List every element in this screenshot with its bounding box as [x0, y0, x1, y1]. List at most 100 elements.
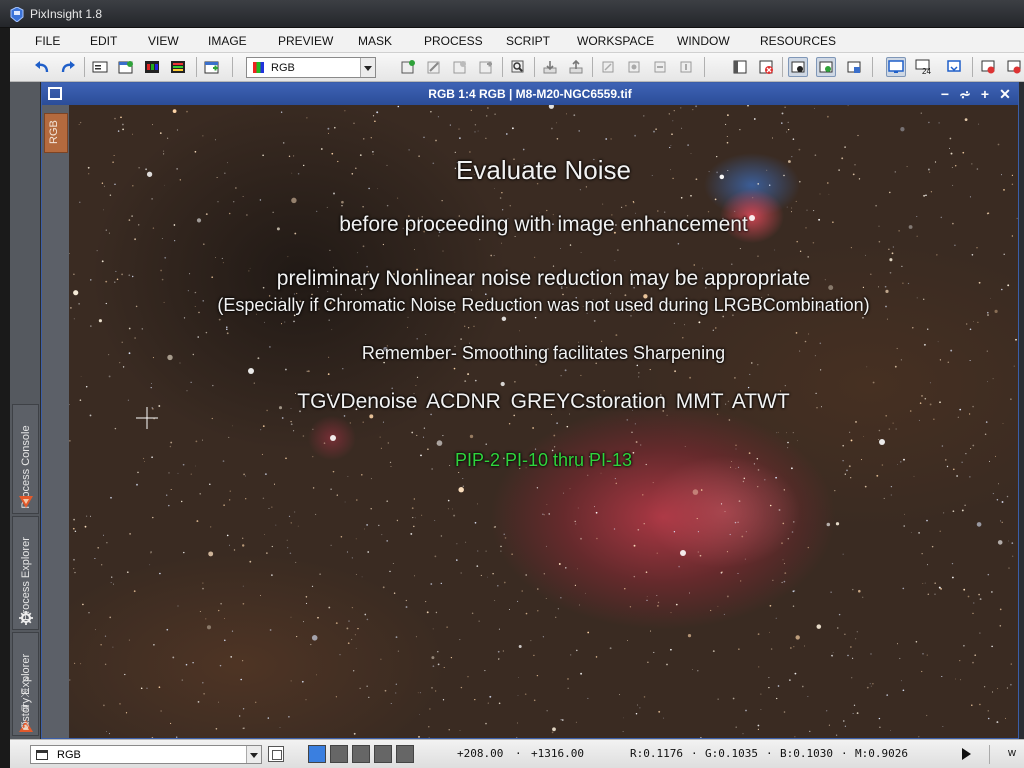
- redo-icon[interactable]: [58, 57, 78, 77]
- view-selector-value: RGB: [271, 62, 295, 74]
- mask-value-readout: M:0.9026: [855, 747, 908, 760]
- dock-icon[interactable]: ⧉: [18, 702, 32, 716]
- menu-image[interactable]: IMAGE: [208, 34, 247, 48]
- overlay-note-text: (Especially if Chromatic Noise Reduction…: [217, 295, 870, 315]
- display-mode-icon-2[interactable]: [816, 57, 836, 77]
- menu-view[interactable]: VIEW: [148, 34, 179, 48]
- readout-separator: ·: [766, 747, 773, 760]
- close-image-icon[interactable]: [756, 57, 776, 77]
- display-channel-red-button[interactable]: [330, 745, 348, 763]
- maximize-button[interactable]: +: [977, 86, 993, 102]
- image-window-title: RGB 1:4 RGB | M8-M20-NGC6559.tif: [428, 87, 632, 101]
- settings-icon[interactable]: ⊙: [18, 718, 32, 732]
- image-window: RGB 1:4 RGB | M8-M20-NGC6559.tif − ⩫ + ✕…: [41, 82, 1019, 739]
- display-mode-icon-1[interactable]: [788, 57, 808, 77]
- image-window-title-bar[interactable]: RGB 1:4 RGB | M8-M20-NGC6559.tif − ⩫ + ✕: [42, 83, 1018, 105]
- new-preview-icon[interactable]: [202, 57, 222, 77]
- process-explorer-label: Process Explorer: [19, 537, 32, 621]
- console-icon: [19, 496, 33, 508]
- menu-process[interactable]: PROCESS: [424, 34, 483, 48]
- view-tab-label: RGB: [48, 120, 60, 144]
- chevron-down-icon[interactable]: [360, 58, 375, 77]
- svg-text:24: 24: [922, 67, 931, 75]
- display-channel-blue-button[interactable]: [374, 745, 392, 763]
- menu-bar: FILE EDIT VIEW IMAGE PREVIEW MASK PROCES…: [10, 28, 1024, 53]
- red-value-readout: R:0.1176: [630, 747, 683, 760]
- app-title: PixInsight 1.8: [30, 7, 103, 21]
- menu-file[interactable]: FILE: [35, 34, 60, 48]
- green-value-readout: G:0.1035: [705, 747, 758, 760]
- overlay-preliminary-text: preliminary Nonlinear noise reduction ma…: [276, 267, 811, 290]
- color-image-icon[interactable]: [142, 57, 162, 77]
- cursor-x-readout: +208.00: [457, 747, 504, 760]
- status-extra-readout: w: [1008, 747, 1016, 759]
- shade-button[interactable]: ⩫: [957, 86, 973, 102]
- overlay-title: Evaluate Noise: [456, 155, 631, 185]
- bit-depth-icon[interactable]: 24: [914, 57, 934, 77]
- process-icon-3[interactable]: [450, 57, 470, 77]
- readout-separator: ·: [515, 747, 522, 760]
- single-view-icon[interactable]: [730, 57, 750, 77]
- process-icon-2[interactable]: [424, 57, 444, 77]
- frame-icon[interactable]: [268, 746, 284, 762]
- export-icon[interactable]: [566, 57, 586, 77]
- overlay-remember-text: Remember- Smoothing facilitates Sharpeni…: [361, 343, 726, 363]
- display-channel-rgb-button[interactable]: [308, 745, 326, 763]
- process-console-tab[interactable]: Process Console: [12, 404, 39, 514]
- process-icon-4[interactable]: [476, 57, 496, 77]
- window-icon: [36, 750, 48, 760]
- screen-icon[interactable]: [886, 57, 906, 77]
- starfield-image: [69, 105, 1018, 738]
- rgb-channels-icon[interactable]: [168, 57, 188, 77]
- transform-icon-1[interactable]: [598, 57, 618, 77]
- blue-value-readout: B:0.1030: [780, 747, 833, 760]
- menu-window[interactable]: WINDOW: [677, 34, 730, 48]
- tools-icon-1[interactable]: [978, 57, 998, 77]
- status-bar: RGB +208.00 · +1316.00 R:0.1176 · G:0.10…: [10, 739, 1024, 768]
- view-selector[interactable]: RGB: [246, 57, 376, 78]
- display-channel-lum-button[interactable]: [396, 745, 414, 763]
- new-image-icon[interactable]: [116, 57, 136, 77]
- window-list-icon[interactable]: [90, 57, 110, 77]
- crosshair-cursor-icon: [136, 407, 158, 429]
- image-canvas[interactable]: Evaluate Noise before proceeding with im…: [69, 105, 1018, 738]
- readout-separator: ·: [841, 747, 848, 760]
- zoom-icon[interactable]: [508, 57, 528, 77]
- process-icon-1[interactable]: [398, 57, 418, 77]
- gear-icon: [19, 611, 33, 625]
- float-icon[interactable]: ⤧: [18, 687, 32, 701]
- menu-edit[interactable]: EDIT: [90, 34, 117, 48]
- chevron-down-icon[interactable]: [246, 746, 261, 763]
- view-tab-rgb[interactable]: RGB: [44, 113, 68, 153]
- pixinsight-logo-icon: [10, 7, 24, 22]
- workspace-icon[interactable]: [944, 57, 964, 77]
- menu-resources[interactable]: RESOURCES: [760, 34, 836, 48]
- process-explorer-tab[interactable]: Process Explorer: [12, 516, 39, 630]
- undo-icon[interactable]: [32, 57, 52, 77]
- overlay-tools-list: TGVDenoise ACDNR GREYCstoration MMT ATWT: [297, 390, 790, 413]
- overlay-subtitle: before proceeding with image enhancement: [339, 213, 748, 236]
- rgb-swatch-icon: [253, 62, 264, 73]
- display-mode-icon-3[interactable]: [844, 57, 864, 77]
- readout-separator: ·: [691, 747, 698, 760]
- transform-icon-4[interactable]: [676, 57, 696, 77]
- play-icon[interactable]: [962, 748, 971, 760]
- transform-icon-3[interactable]: [650, 57, 670, 77]
- left-dock-panel: Process Console Process Explorer History…: [10, 82, 41, 739]
- menu-script[interactable]: SCRIPT: [506, 34, 550, 48]
- close-button[interactable]: ✕: [997, 86, 1013, 102]
- import-icon[interactable]: [540, 57, 560, 77]
- minimize-button[interactable]: −: [937, 86, 953, 102]
- transform-icon-2[interactable]: [624, 57, 644, 77]
- pin-icon[interactable]: ↗: [18, 672, 32, 686]
- status-divider: [989, 745, 990, 764]
- status-view-value: RGB: [57, 749, 81, 761]
- menu-mask[interactable]: MASK: [358, 34, 392, 48]
- tools-icon-2[interactable]: [1004, 57, 1024, 77]
- display-channel-green-button[interactable]: [352, 745, 370, 763]
- status-view-selector[interactable]: RGB: [30, 745, 262, 764]
- main-toolbar: RGB 24: [10, 53, 1024, 82]
- view-tab-strip: RGB: [42, 105, 69, 738]
- menu-workspace[interactable]: WORKSPACE: [577, 34, 654, 48]
- menu-preview[interactable]: PREVIEW: [278, 34, 333, 48]
